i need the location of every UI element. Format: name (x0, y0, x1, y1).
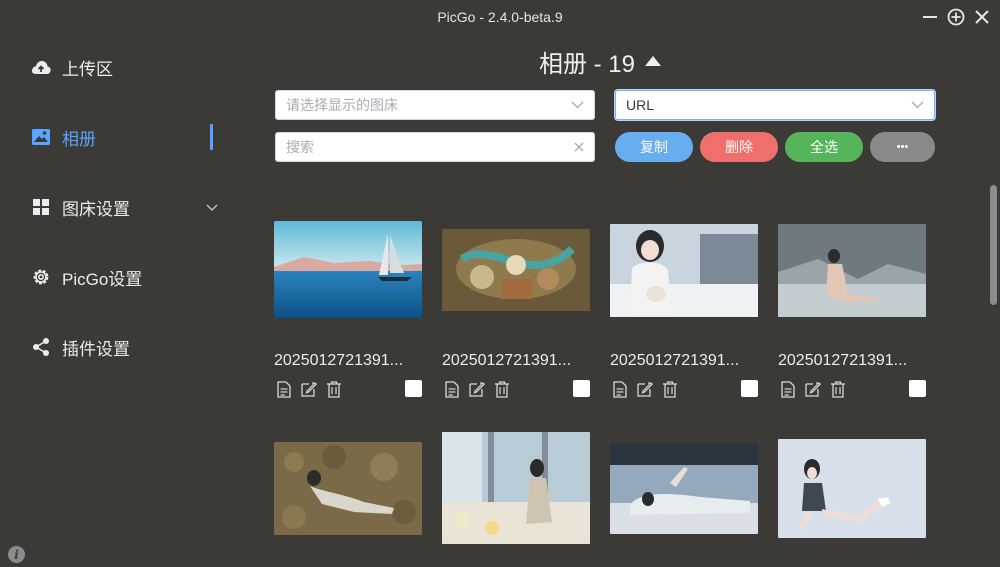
picbed-select[interactable]: 请选择显示的图床 (275, 90, 595, 120)
select-checkbox[interactable] (909, 380, 926, 397)
select-checkbox[interactable] (405, 380, 422, 397)
trash-icon[interactable] (325, 380, 343, 398)
image-filename: 2025012721391... (274, 352, 404, 369)
image-thumbnail[interactable] (442, 432, 590, 544)
sidebar-item-gallery[interactable]: 相册 (30, 122, 220, 152)
sidebar-item-picbed-settings[interactable]: 图床设置 (30, 192, 220, 222)
edit-icon[interactable] (468, 380, 486, 398)
title-bar: PicGo - 2.4.0-beta.9 (0, 0, 1000, 34)
sidebar-item-upload[interactable]: 上传区 (30, 52, 220, 82)
info-icon[interactable]: i (8, 546, 25, 563)
item-actions (443, 380, 511, 398)
chevron-down-icon (206, 197, 218, 217)
close-icon (975, 10, 989, 24)
file-info-icon[interactable] (443, 380, 461, 398)
file-info-icon[interactable] (275, 380, 293, 398)
minimize-icon (923, 16, 937, 18)
more-button[interactable]: ••• (870, 132, 935, 162)
search-input[interactable]: 搜索 (275, 132, 595, 162)
cloud-upload-icon (30, 56, 52, 78)
active-indicator (210, 124, 213, 150)
image-thumbnail[interactable] (274, 442, 422, 535)
minimize-button[interactable] (920, 7, 940, 27)
file-info-icon[interactable] (611, 380, 629, 398)
file-info-icon[interactable] (779, 380, 797, 398)
edit-icon[interactable] (804, 380, 822, 398)
sidebar-item-label: PicGo设置 (62, 269, 143, 289)
trash-icon[interactable] (661, 380, 679, 398)
format-select[interactable]: URL (615, 90, 935, 120)
image-thumbnail[interactable] (442, 229, 590, 311)
window-title: PicGo - 2.4.0-beta.9 (437, 9, 563, 25)
picbed-select-placeholder: 请选择显示的图床 (286, 97, 398, 113)
item-actions (611, 380, 679, 398)
delete-button[interactable]: 删除 (700, 132, 778, 162)
search-placeholder: 搜索 (286, 139, 314, 155)
image-thumbnail[interactable] (610, 443, 758, 534)
gear-icon (30, 266, 52, 288)
gallery-header: 相册 - 19 (250, 44, 950, 78)
share-icon (30, 336, 52, 358)
close-button[interactable] (972, 7, 992, 27)
edit-icon[interactable] (636, 380, 654, 398)
select-checkbox[interactable] (573, 380, 590, 397)
image-filename: 2025012721391... (442, 352, 572, 369)
grid-icon (30, 196, 52, 218)
sidebar: 上传区 相册 图床设置 PicGo设置 插件设置 (0, 34, 250, 567)
plus-circle-icon (947, 8, 965, 26)
sidebar-item-label: 图床设置 (62, 199, 130, 219)
sidebar-item-plugin-settings[interactable]: 插件设置 (30, 332, 220, 362)
item-actions (275, 380, 343, 398)
image-icon (30, 126, 52, 148)
sidebar-item-label: 上传区 (62, 59, 113, 79)
chevron-down-icon (911, 101, 924, 109)
trash-icon[interactable] (829, 380, 847, 398)
format-select-value: URL (626, 97, 655, 113)
image-filename: 2025012721391... (610, 352, 740, 369)
image-thumbnail[interactable] (778, 439, 926, 538)
sidebar-item-label: 相册 (62, 129, 96, 149)
copy-button[interactable]: 复制 (615, 132, 693, 162)
image-thumbnail[interactable] (274, 221, 422, 318)
maximize-button[interactable] (946, 7, 966, 27)
image-thumbnail[interactable] (778, 224, 926, 317)
window-controls (920, 7, 992, 27)
chevron-down-icon (571, 101, 584, 109)
sidebar-item-label: 插件设置 (62, 339, 130, 359)
select-all-button[interactable]: 全选 (785, 132, 863, 162)
sidebar-item-picgo-settings[interactable]: PicGo设置 (30, 262, 220, 292)
edit-icon[interactable] (300, 380, 318, 398)
collapse-arrow-icon[interactable] (645, 56, 662, 66)
clear-icon (574, 142, 584, 152)
scrollbar-thumb[interactable] (990, 185, 997, 305)
select-checkbox[interactable] (741, 380, 758, 397)
item-actions (779, 380, 847, 398)
image-thumbnail[interactable] (610, 224, 758, 317)
trash-icon[interactable] (493, 380, 511, 398)
image-filename: 2025012721391... (778, 352, 908, 369)
page-title: 相册 - 19 (538, 50, 636, 78)
